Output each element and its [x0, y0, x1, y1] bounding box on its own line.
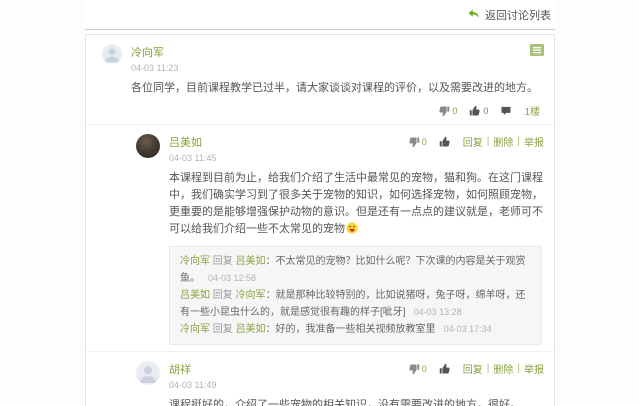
nested-date: 04-03 12:58 [208, 273, 256, 283]
dislike-count: 0 [422, 364, 427, 374]
author-name[interactable]: 胡祥 [169, 361, 216, 377]
dislike-button[interactable]: 0 [438, 105, 457, 117]
nested-date: 04-03 17:34 [444, 324, 492, 334]
post-root: 冷向军 04-03 11:23 各位同学，目前课程教学已过半，请大家谈谈对课程的… [86, 35, 554, 125]
avatar[interactable] [136, 134, 160, 158]
tongue-out-emoji [346, 222, 358, 234]
delete-link[interactable]: 删除 [493, 361, 513, 376]
delete-link[interactable]: 删除 [493, 134, 513, 149]
divider: | [517, 136, 520, 147]
nested-replies: 冷向军 回复 吕美如：不太常见的宠物？比如什么呢？下次课的内容是关于观赏鱼。04… [169, 246, 542, 345]
like-count: 0 [483, 106, 488, 116]
post-content: 各位同学，目前课程教学已过半，请大家谈谈对课程的评价，以及需要改进的地方。 [131, 80, 544, 97]
comment-button[interactable] [500, 105, 512, 117]
post-menu-icon[interactable] [530, 44, 544, 56]
dislike-button[interactable]: 0 [408, 363, 427, 375]
report-link[interactable]: 举报 [524, 134, 544, 149]
nested-content: ：好的，我准备一些相关视频放教室里 [266, 324, 436, 335]
reply-arrow-icon [467, 8, 480, 21]
back-link-label: 返回讨论列表 [485, 7, 551, 23]
avatar[interactable] [102, 44, 122, 64]
back-to-discussion-list-link[interactable]: 返回讨论列表 [467, 7, 551, 23]
dislike-count: 0 [452, 106, 457, 116]
nested-date: 04-03 13:28 [414, 307, 462, 317]
post-date: 04-03 11:45 [169, 153, 216, 163]
like-button[interactable] [439, 363, 451, 375]
topbar: 返回讨论列表 [85, 0, 555, 30]
author-name[interactable]: 冷向军 [131, 44, 178, 60]
floor-label: 1楼 [524, 103, 540, 118]
divider: | [517, 363, 520, 374]
reply-link[interactable]: 回复 [463, 361, 483, 376]
nested-author[interactable]: 冷向军 [180, 256, 210, 267]
nested-author[interactable]: 冷向军 [180, 324, 210, 335]
nested-reply-to[interactable]: 冷向军 [236, 290, 266, 301]
nested-reply: 冷向军 回复 吕美如：不太常见的宠物？比如什么呢？下次课的内容是关于观赏鱼。04… [180, 253, 531, 287]
divider: | [487, 136, 490, 147]
dislike-count: 0 [422, 137, 427, 147]
post-date: 04-03 11:49 [169, 380, 216, 390]
nested-reply: 吕美如 回复 冷向军：就是那种比较特别的，比如说猪呀，兔子呀，绵羊呀，还有一些小… [180, 287, 531, 321]
post-reply-1: 吕美如 04-03 11:45 0 回复 | [86, 125, 554, 352]
report-link[interactable]: 举报 [524, 361, 544, 376]
nested-reply-to[interactable]: 吕美如 [236, 324, 266, 335]
author-name[interactable]: 吕美如 [169, 134, 216, 150]
discussion-page: 返回讨论列表 冷向军 04-03 11:23 [85, 0, 555, 406]
nested-author[interactable]: 吕美如 [180, 290, 210, 301]
avatar[interactable] [136, 361, 160, 385]
dislike-button[interactable]: 0 [408, 136, 427, 148]
reply-link[interactable]: 回复 [463, 134, 483, 149]
post-reply-2: 胡祥 04-03 11:49 0 回复 | [86, 352, 554, 406]
like-button[interactable] [439, 136, 451, 148]
post-date: 04-03 11:23 [131, 63, 178, 73]
divider: | [487, 363, 490, 374]
nested-reply-to[interactable]: 吕美如 [236, 256, 266, 267]
posts-panel: 冷向军 04-03 11:23 各位同学，目前课程教学已过半，请大家谈谈对课程的… [85, 34, 555, 406]
like-button[interactable]: 0 [469, 105, 488, 117]
post-content: 课程挺好的，介绍了一些宠物的相关知识，没有需要改进的地方，很好。 [169, 397, 544, 406]
nested-reply: 冷向军 回复 吕美如：好的，我准备一些相关视频放教室里04-03 17:34 [180, 321, 531, 338]
post-content: 本课程到目前为止，给我们介绍了生活中最常见的宠物，猫和狗。在这门课程中，我们确实… [169, 170, 544, 238]
